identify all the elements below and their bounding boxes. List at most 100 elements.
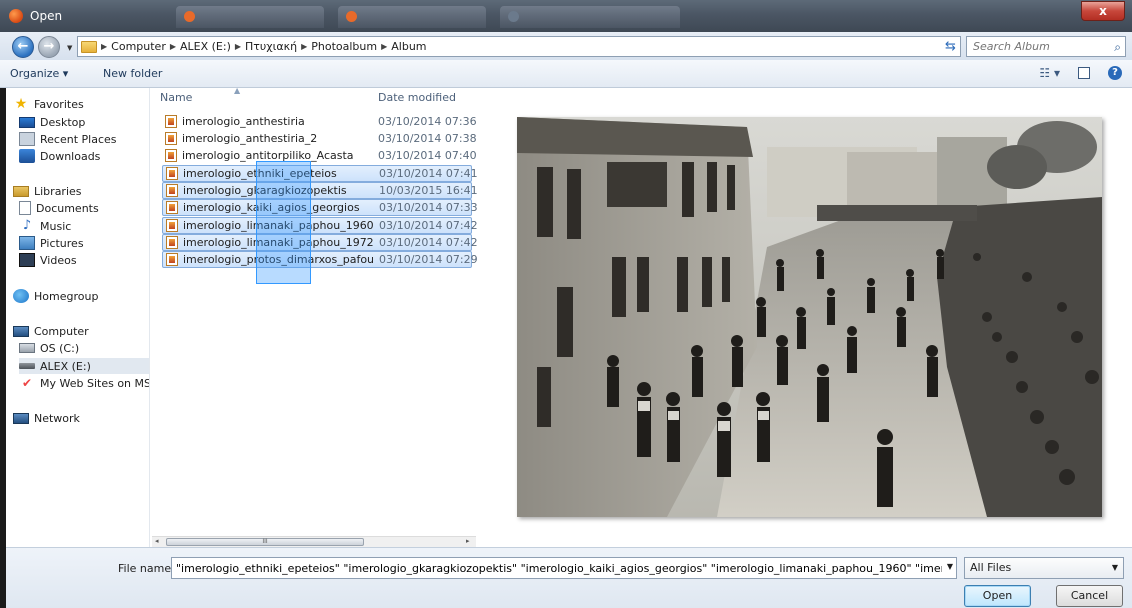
- refresh-icon: ⇆: [945, 39, 956, 54]
- file-row[interactable]: imerologio_anthestiria_2 03/10/2014 07:3…: [162, 130, 477, 147]
- nav-videos[interactable]: Videos: [19, 252, 77, 268]
- chevron-down-icon[interactable]: ▼: [947, 562, 953, 571]
- views-icon[interactable]: ☷ ▾: [1039, 66, 1060, 80]
- search-box[interactable]: ⌕: [966, 36, 1126, 57]
- desktop-icon: [19, 116, 35, 128]
- file-row-selected[interactable]: imerologio_gkaragkiozopektis 10/03/2015 …: [162, 182, 478, 199]
- column-header-name[interactable]: Name: [160, 91, 192, 104]
- nav-alex-e[interactable]: ALEX (E:): [19, 358, 149, 374]
- breadcrumb-album[interactable]: Album: [387, 40, 430, 53]
- file-row-selected[interactable]: imerologio_kaiki_agios_georgios 03/10/20…: [162, 199, 478, 216]
- nav-label: Music: [40, 219, 72, 233]
- nav-libraries[interactable]: Libraries: [13, 183, 82, 199]
- file-date: 03/10/2014 07:41: [379, 167, 478, 180]
- nav-label: Computer: [34, 324, 89, 338]
- nav-label: My Web Sites on MS: [40, 376, 150, 390]
- arrow-right-icon: →: [43, 39, 55, 54]
- app-icon: [9, 9, 23, 23]
- music-icon: ♪: [22, 218, 32, 233]
- preview-pane-icon[interactable]: [1078, 67, 1090, 79]
- open-button[interactable]: Open: [964, 585, 1031, 607]
- search-input[interactable]: [967, 37, 1097, 56]
- recent-places-icon: [19, 132, 35, 146]
- breadcrumb-folder[interactable]: Πτυχιακή: [241, 40, 301, 53]
- folder-icon: [81, 40, 97, 53]
- image-file-icon: [165, 115, 177, 128]
- image-file-icon: [166, 201, 178, 214]
- scrollbar-thumb[interactable]: III: [166, 538, 364, 546]
- documents-icon: [19, 201, 31, 215]
- nav-music[interactable]: ♪ Music: [19, 218, 71, 234]
- scroll-left-icon[interactable]: ◂: [155, 537, 159, 545]
- nav-label: Favorites: [34, 97, 84, 111]
- back-button[interactable]: ←: [12, 36, 34, 58]
- file-row[interactable]: imerologio_anthestiria 03/10/2014 07:36: [162, 113, 477, 130]
- file-list: ▲ Name Date modified imerologio_anthesti…: [152, 86, 478, 547]
- breadcrumb-photoalbum[interactable]: Photoalbum: [307, 40, 381, 53]
- refresh-button[interactable]: ⇆: [941, 36, 961, 57]
- star-icon: ★: [14, 96, 28, 112]
- nav-desktop[interactable]: Desktop: [19, 114, 85, 130]
- web-sites-icon: ✔: [21, 376, 33, 390]
- file-row-selected[interactable]: imerologio_limanaki_paphou_1972 03/10/20…: [162, 234, 478, 251]
- file-row[interactable]: imerologio_antitorpiliko_Acasta 03/10/20…: [162, 147, 477, 164]
- file-type-filter[interactable]: All Files ▼: [964, 557, 1124, 579]
- chevron-down-icon: ▼: [1111, 563, 1118, 572]
- address-bar[interactable]: ▶ Computer ▶ ALEX (E:) ▶ Πτυχιακή ▶ Phot…: [77, 36, 959, 57]
- help-icon[interactable]: ?: [1108, 66, 1122, 80]
- nav-label: ALEX (E:): [40, 359, 91, 373]
- image-file-icon: [166, 253, 178, 266]
- nav-homegroup[interactable]: Homegroup: [13, 288, 98, 304]
- nav-network[interactable]: Network: [13, 410, 80, 426]
- file-name-combobox[interactable]: ▼: [171, 557, 957, 579]
- cancel-button[interactable]: Cancel: [1056, 585, 1123, 607]
- file-row-selected[interactable]: imerologio_limanaki_paphou_1960 03/10/20…: [162, 217, 478, 234]
- nav-label: Desktop: [40, 115, 86, 129]
- nav-os-c[interactable]: OS (C:): [19, 340, 79, 356]
- nav-documents[interactable]: Documents: [19, 200, 99, 216]
- image-file-icon: [166, 184, 178, 197]
- nav-downloads[interactable]: Downloads: [19, 148, 100, 164]
- bottom-panel: File name: ▼ All Files ▼ Open Cancel: [6, 547, 1132, 608]
- downloads-icon: [19, 149, 35, 163]
- network-icon: [13, 412, 29, 424]
- search-icon[interactable]: ⌕: [1114, 40, 1121, 55]
- image-file-icon: [166, 167, 178, 180]
- nav-label: Network: [34, 411, 80, 425]
- file-date: 03/10/2014 07:33: [379, 201, 478, 214]
- close-button[interactable]: x: [1081, 1, 1125, 21]
- navigation-pane: ★ Favorites Desktop Recent Places Downloa…: [6, 88, 150, 547]
- file-row-selected[interactable]: imerologio_ethniki_epeteios 03/10/2014 0…: [162, 165, 478, 182]
- toolbar: Organize ▾ New folder ☷ ▾ ?: [0, 60, 1132, 88]
- scroll-right-icon[interactable]: ▸: [466, 537, 470, 545]
- new-folder-button[interactable]: New folder: [103, 67, 162, 80]
- nav-label: Recent Places: [40, 132, 117, 146]
- nav-computer[interactable]: Computer: [13, 323, 89, 339]
- recent-pages-dropdown-icon[interactable]: ▼: [67, 44, 72, 52]
- file-row-selected[interactable]: imerologio_protos_dimarxos_pafou 03/10/2…: [162, 251, 478, 268]
- image-file-icon: [165, 149, 177, 162]
- file-date: 03/10/2014 07:40: [378, 149, 477, 162]
- nav-label: OS (C:): [40, 341, 80, 355]
- nav-recent-places[interactable]: Recent Places: [19, 131, 117, 147]
- window-title: Open: [30, 9, 63, 23]
- address-row: ← → ▼ ▶ Computer ▶ ALEX (E:) ▶ Πτυχιακή …: [0, 32, 1132, 60]
- column-header-date[interactable]: Date modified: [378, 91, 456, 104]
- file-name-input[interactable]: [172, 558, 942, 578]
- file-date: 10/03/2015 16:41: [379, 184, 478, 197]
- horizontal-scrollbar[interactable]: ◂ III ▸: [152, 536, 476, 547]
- nav-my-web-sites[interactable]: ✔ My Web Sites on MS: [19, 375, 150, 391]
- organize-button[interactable]: Organize ▾: [10, 67, 68, 80]
- nav-favorites[interactable]: ★ Favorites: [13, 96, 84, 112]
- nav-label: Pictures: [40, 236, 84, 250]
- forward-button[interactable]: →: [38, 36, 60, 58]
- breadcrumb-computer[interactable]: Computer: [107, 40, 170, 53]
- file-name-label: File name:: [118, 562, 175, 575]
- file-name: imerologio_anthestiria_2: [182, 132, 318, 145]
- breadcrumb-drive[interactable]: ALEX (E:): [176, 40, 235, 53]
- nav-label: Libraries: [34, 184, 82, 198]
- nav-pictures[interactable]: Pictures: [19, 235, 84, 251]
- file-date: 03/10/2014 07:36: [378, 115, 477, 128]
- drive-icon: [19, 343, 35, 353]
- arrow-left-icon: ←: [17, 39, 29, 54]
